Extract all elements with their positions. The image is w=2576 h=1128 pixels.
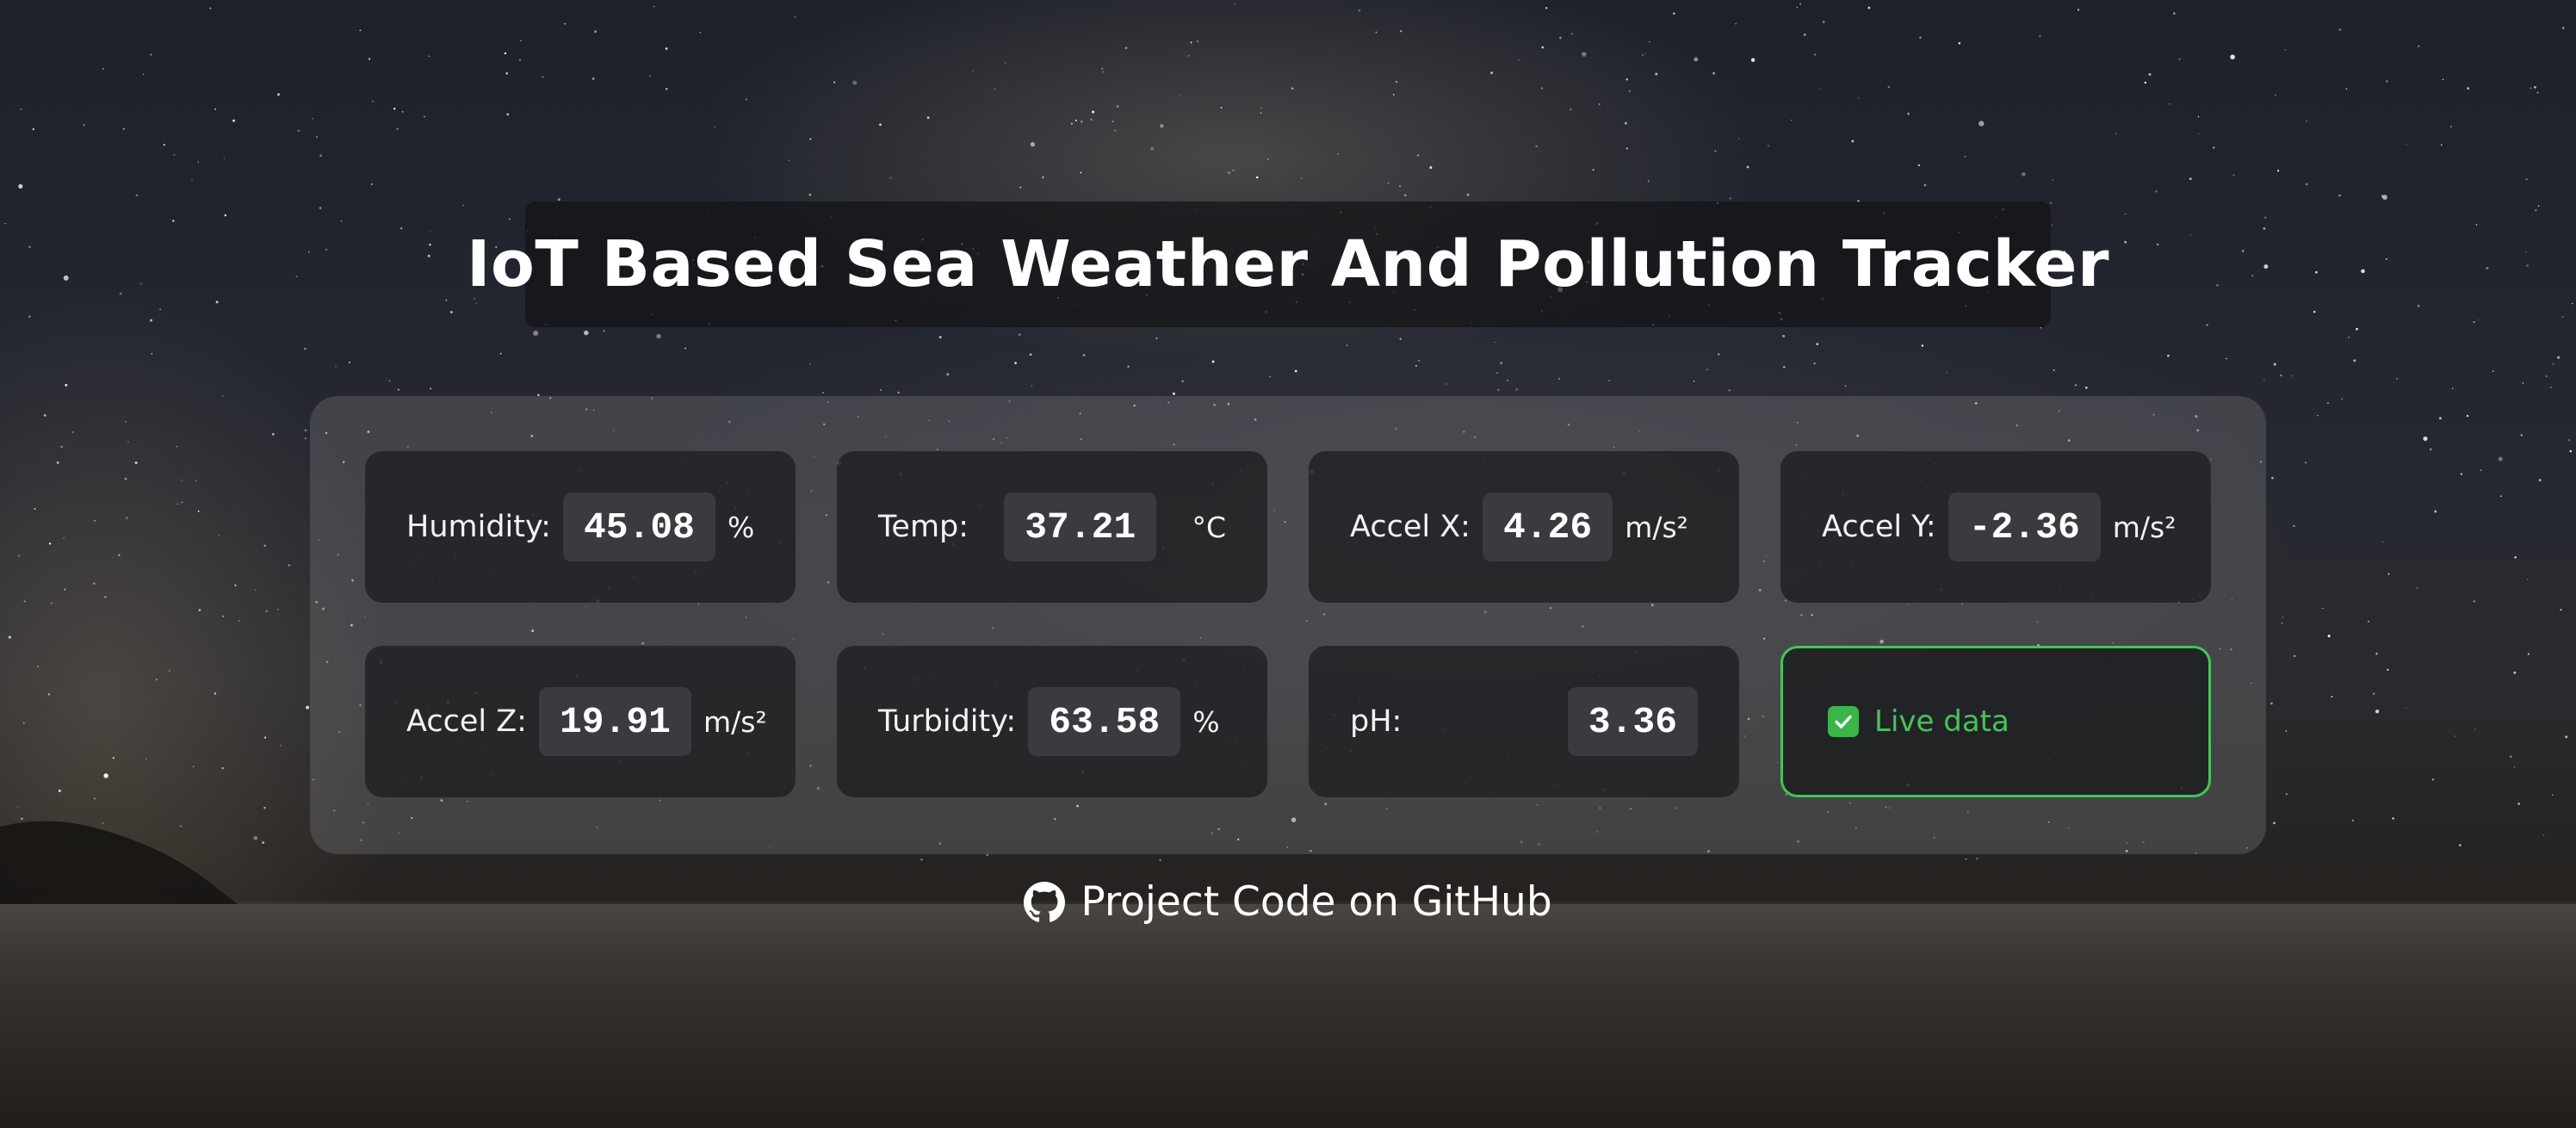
accel-x-card: Accel X: 4.26 m/s²: [1309, 451, 1739, 603]
accel-x-value: 4.26: [1482, 493, 1613, 561]
turbidity-label: Turbidity:: [878, 704, 1017, 739]
accel-y-label: Accel Y:: [1822, 510, 1936, 544]
accel-y-card: Accel Y: -2.36 m/s²: [1780, 451, 2211, 603]
ph-label: pH:: [1350, 704, 1403, 739]
live-data-label: Live data: [1874, 704, 2009, 739]
accel-x-label: Accel X:: [1350, 510, 1471, 544]
github-link[interactable]: Project Code on GitHub: [0, 878, 2576, 926]
temp-value: 37.21: [1004, 493, 1157, 561]
accel-z-value: 19.91: [538, 687, 691, 756]
github-link-label: Project Code on GitHub: [1081, 878, 1552, 926]
accel-z-label: Accel Z:: [406, 704, 527, 739]
accel-y-unit: m/s²: [2112, 510, 2177, 544]
ph-card: pH: 3.36: [1309, 646, 1739, 797]
live-data-toggle[interactable]: Live data: [1780, 646, 2211, 797]
humidity-label: Humidity:: [406, 510, 551, 544]
accel-z-unit: m/s²: [703, 704, 767, 739]
beach-ground: [0, 904, 2576, 1128]
github-icon: [1024, 881, 1066, 922]
humidity-unit: %: [727, 510, 755, 544]
temp-label: Temp:: [878, 510, 969, 544]
humidity-value: 45.08: [562, 493, 715, 561]
accel-z-card: Accel Z: 19.91 m/s²: [365, 646, 796, 797]
sensor-panel: Humidity: 45.08 % Temp: 37.21 °C Accel X…: [310, 396, 2266, 854]
live-data-checkbox[interactable]: [1828, 706, 1859, 737]
accel-y-value: -2.36: [1947, 493, 2101, 561]
temp-unit: °C: [1192, 510, 1226, 544]
title-bar: IoT Based Sea Weather And Pollution Trac…: [467, 201, 2108, 327]
ph-value: 3.36: [1567, 687, 1698, 756]
checkmark-icon: [1835, 715, 1852, 728]
temp-card: Temp: 37.21 °C: [837, 451, 1267, 603]
page-title: IoT Based Sea Weather And Pollution Trac…: [467, 227, 2109, 301]
humidity-card: Humidity: 45.08 %: [365, 451, 796, 603]
accel-x-unit: m/s²: [1625, 510, 1688, 544]
turbidity-value: 63.58: [1028, 687, 1181, 756]
turbidity-unit: %: [1192, 704, 1220, 739]
turbidity-card: Turbidity: 63.58 %: [837, 646, 1267, 797]
